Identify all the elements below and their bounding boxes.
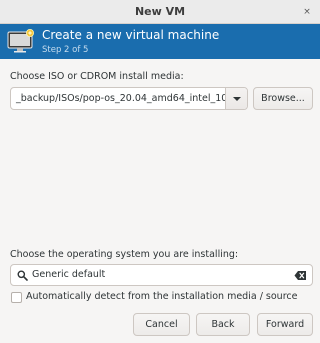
cancel-button[interactable]: Cancel <box>133 313 190 336</box>
back-button[interactable]: Back <box>196 313 250 336</box>
os-search-input[interactable]: Generic default <box>32 265 290 285</box>
vm-monitor-icon <box>7 29 34 53</box>
step-indicator: Step 2 of 5 <box>42 45 89 55</box>
banner-title: Create a new virtual machine <box>42 28 220 42</box>
title-bar: New VM × <box>0 0 320 24</box>
wizard-banner: Create a new virtual machine Step 2 of 5 <box>0 24 320 59</box>
search-icon <box>17 270 28 281</box>
auto-detect-label[interactable]: Automatically detect from the installati… <box>26 291 297 302</box>
os-label: Choose the operating system you are inst… <box>10 249 239 260</box>
os-search-box[interactable]: Generic default <box>10 264 313 286</box>
install-media-combo[interactable]: _backup/ISOs/pop-os_20.04_amd64_intel_10… <box>10 87 248 110</box>
install-media-dropdown-button[interactable] <box>225 88 247 109</box>
install-media-path-field[interactable]: _backup/ISOs/pop-os_20.04_amd64_intel_10… <box>11 88 225 109</box>
install-media-label: Choose ISO or CDROM install media: <box>10 71 184 82</box>
clear-icon[interactable] <box>294 270 307 281</box>
chevron-down-icon <box>233 97 241 101</box>
auto-detect-checkbox[interactable] <box>11 292 22 303</box>
browse-button[interactable]: Browse... <box>253 87 313 110</box>
forward-button[interactable]: Forward <box>257 313 313 336</box>
close-button[interactable]: × <box>298 3 316 21</box>
window-title: New VM <box>134 5 186 18</box>
